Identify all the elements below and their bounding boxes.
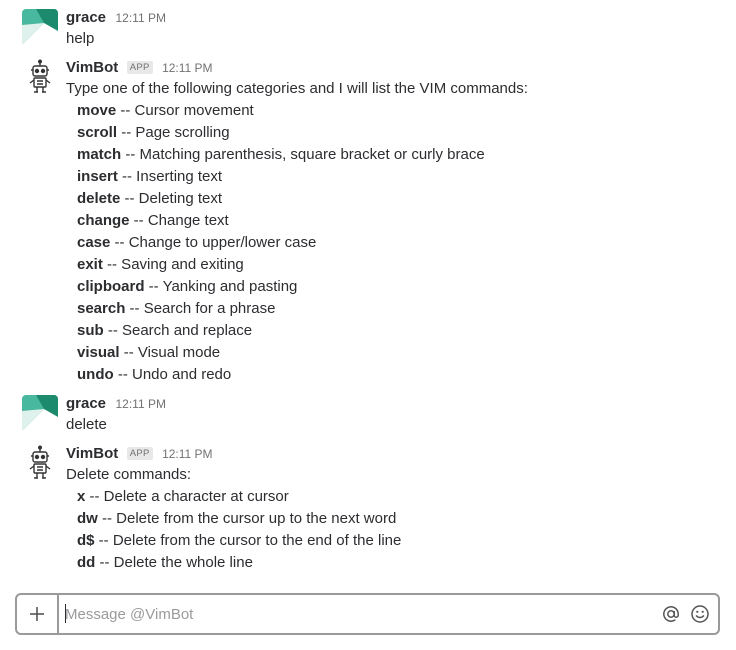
message-text: delete bbox=[66, 416, 107, 433]
list-item: dd -- Delete the whole line bbox=[77, 552, 726, 574]
command-description: -- Visual mode bbox=[119, 344, 221, 361]
command-description: -- Undo and redo bbox=[113, 366, 232, 383]
text-cursor bbox=[65, 604, 66, 623]
message-input[interactable] bbox=[65, 600, 645, 628]
list-item: delete -- Deleting text bbox=[77, 188, 726, 210]
command-name: match bbox=[77, 146, 122, 163]
list-item: x -- Delete a character at cursor bbox=[77, 486, 726, 508]
command-description: -- Delete from the cursor to the end of … bbox=[94, 532, 402, 549]
list-item: dw -- Delete from the cursor up to the n… bbox=[77, 508, 726, 530]
list-item: insert -- Inserting text bbox=[77, 166, 726, 188]
list-item: undo -- Undo and redo bbox=[77, 364, 726, 386]
command-description: -- Change to upper/lower case bbox=[110, 234, 317, 251]
command-description: -- Matching parenthesis, square bracket … bbox=[121, 146, 485, 163]
sender-name[interactable]: VimBot bbox=[66, 445, 118, 462]
command-description: -- Delete from the cursor up to the next… bbox=[97, 510, 397, 527]
sender-name[interactable]: grace bbox=[66, 395, 106, 412]
mention-button[interactable] bbox=[660, 603, 682, 625]
command-description: -- Change text bbox=[129, 212, 229, 229]
command-name: dw bbox=[77, 510, 98, 527]
list-item: scroll -- Page scrolling bbox=[77, 122, 726, 144]
vimbot-avatar[interactable] bbox=[22, 445, 58, 481]
command-description: -- Yanking and pasting bbox=[144, 278, 298, 295]
list-item: match -- Matching parenthesis, square br… bbox=[77, 144, 726, 166]
command-name: insert bbox=[77, 168, 118, 185]
command-description: -- Delete a character at cursor bbox=[85, 488, 289, 505]
robot-icon bbox=[29, 445, 51, 479]
command-name: exit bbox=[77, 256, 103, 273]
command-description: -- Inserting text bbox=[117, 168, 223, 185]
smiley-icon bbox=[691, 605, 709, 623]
message-intro: Delete commands: bbox=[66, 466, 192, 483]
command-description: -- Search for a phrase bbox=[125, 300, 276, 317]
command-description: -- Delete the whole line bbox=[95, 554, 253, 571]
command-name: move bbox=[77, 102, 117, 119]
grace-avatar[interactable] bbox=[22, 395, 58, 431]
command-description: -- Page scrolling bbox=[117, 124, 230, 141]
app-badge: APP bbox=[126, 447, 153, 460]
command-description: -- Deleting text bbox=[120, 190, 223, 207]
command-name: search bbox=[77, 300, 126, 317]
command-name: scroll bbox=[77, 124, 118, 141]
command-name: undo bbox=[77, 366, 114, 383]
message-intro: Type one of the following categories and… bbox=[66, 80, 528, 97]
command-name: delete bbox=[77, 190, 121, 207]
plus-icon bbox=[30, 607, 44, 621]
list-item: case -- Change to upper/lower case bbox=[77, 232, 726, 254]
command-name: d$ bbox=[77, 532, 95, 549]
list-item: visual -- Visual mode bbox=[77, 342, 726, 364]
message-composer bbox=[15, 593, 720, 635]
list-item: search -- Search for a phrase bbox=[77, 298, 726, 320]
command-description: -- Saving and exiting bbox=[102, 256, 244, 273]
timestamp[interactable]: 12:11 PM bbox=[162, 447, 212, 461]
command-list: x -- Delete a character at cursor dw -- … bbox=[66, 486, 726, 574]
grace-avatar-image bbox=[22, 395, 58, 431]
timestamp[interactable]: 12:11 PM bbox=[162, 61, 212, 75]
list-item: d$ -- Delete from the cursor to the end … bbox=[77, 530, 726, 552]
command-name: case bbox=[77, 234, 111, 251]
command-name: visual bbox=[77, 344, 120, 361]
at-sign-icon bbox=[663, 606, 679, 622]
command-description: -- Cursor movement bbox=[116, 102, 254, 119]
sender-name[interactable]: grace bbox=[66, 9, 106, 26]
app-badge: APP bbox=[126, 61, 153, 74]
message-text: help bbox=[66, 30, 95, 47]
command-description: -- Search and replace bbox=[103, 322, 253, 339]
robot-icon bbox=[29, 59, 51, 93]
sender-name[interactable]: VimBot bbox=[66, 59, 118, 76]
command-list: move -- Cursor movement scroll -- Page s… bbox=[66, 100, 726, 386]
vimbot-avatar[interactable] bbox=[22, 59, 58, 95]
list-item: sub -- Search and replace bbox=[77, 320, 726, 342]
grace-avatar[interactable] bbox=[22, 9, 58, 45]
command-name: sub bbox=[77, 322, 104, 339]
command-name: clipboard bbox=[77, 278, 145, 295]
emoji-button[interactable] bbox=[689, 603, 711, 625]
grace-avatar-image bbox=[22, 9, 58, 45]
list-item: clipboard -- Yanking and pasting bbox=[77, 276, 726, 298]
add-attachment-button[interactable] bbox=[17, 595, 59, 633]
timestamp[interactable]: 12:11 PM bbox=[115, 397, 165, 411]
command-name: change bbox=[77, 212, 130, 229]
list-item: move -- Cursor movement bbox=[77, 100, 726, 122]
list-item: exit -- Saving and exiting bbox=[77, 254, 726, 276]
command-name: dd bbox=[77, 554, 96, 571]
timestamp[interactable]: 12:11 PM bbox=[115, 11, 165, 25]
list-item: change -- Change text bbox=[77, 210, 726, 232]
